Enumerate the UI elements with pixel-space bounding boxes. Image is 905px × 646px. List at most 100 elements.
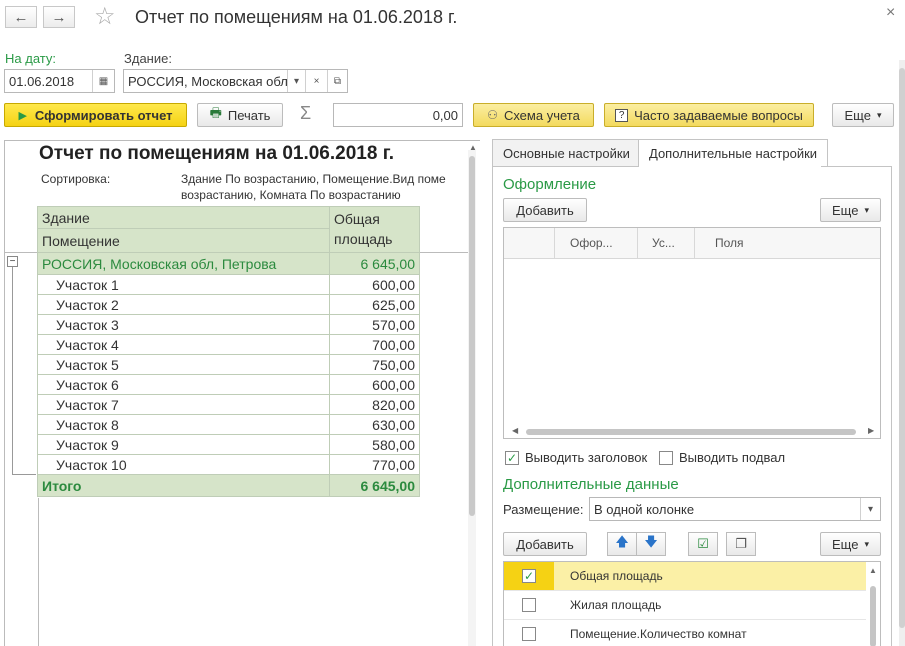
room-name: Участок 2 bbox=[37, 294, 330, 315]
check-all-button[interactable]: ☑ bbox=[688, 532, 718, 556]
collapse-group-icon[interactable]: − bbox=[7, 256, 18, 267]
clear-icon[interactable]: × bbox=[305, 70, 327, 92]
question-icon: ? bbox=[615, 108, 629, 122]
fields-add-button[interactable]: Добавить bbox=[503, 532, 587, 556]
checkbox-checked-icon[interactable]: ✓ bbox=[522, 569, 536, 583]
table-row: Участок 3 570,00 bbox=[37, 314, 420, 335]
faq-label: Часто задаваемые вопросы bbox=[634, 107, 803, 123]
list-item[interactable]: Помещение.Количество комнат bbox=[504, 620, 866, 646]
group-row-total: 6 645,00 bbox=[329, 252, 420, 275]
grid-col-fields[interactable]: Поля bbox=[715, 236, 744, 250]
uncheck-all-button[interactable]: ❐ bbox=[726, 532, 756, 556]
table-row: Участок 1 600,00 bbox=[37, 274, 420, 295]
design-add-button[interactable]: Добавить bbox=[503, 198, 587, 222]
list-item-check-cell[interactable] bbox=[504, 620, 554, 646]
move-up-button[interactable]: 🡅 bbox=[607, 532, 637, 556]
report-scrollbar[interactable] bbox=[468, 150, 476, 646]
grid-col-condition[interactable]: Ус... bbox=[652, 236, 675, 250]
date-field[interactable]: 01.06.2018 ▦ bbox=[4, 69, 115, 93]
faq-button[interactable]: ? Часто задаваемые вопросы bbox=[604, 103, 814, 127]
col-area-header: Общая площадь bbox=[329, 206, 420, 253]
col-area-header-bottom: площадь bbox=[334, 231, 393, 247]
scheme-icon: ⚇ bbox=[487, 108, 498, 122]
fields-more-button[interactable]: Еще ▾ bbox=[820, 532, 881, 556]
report-title: Отчет по помещениям на 01.06.2018 г. bbox=[39, 143, 394, 164]
building-field[interactable]: РОССИЯ, Московская обл ▾ × ⧉ bbox=[123, 69, 348, 93]
design-more-label: Еще bbox=[832, 202, 859, 218]
grid-col-sep bbox=[637, 228, 638, 259]
fields-more-label: Еще bbox=[832, 536, 859, 552]
room-area: 570,00 bbox=[329, 314, 420, 335]
list-item-check-cell[interactable] bbox=[504, 591, 554, 619]
room-area: 770,00 bbox=[329, 454, 420, 475]
back-icon: ← bbox=[13, 8, 29, 26]
grid-col-sep bbox=[554, 228, 555, 259]
list-item-check-cell[interactable]: ✓ bbox=[504, 562, 554, 590]
printer-icon: 🖶 bbox=[209, 105, 222, 120]
check-all-icon: ☑ bbox=[697, 536, 709, 551]
placement-select[interactable]: В одной колонке ▾ bbox=[589, 497, 881, 521]
design-header: Оформление bbox=[503, 176, 597, 193]
total-label: Итого bbox=[37, 474, 330, 497]
close-icon[interactable]: × bbox=[886, 4, 895, 22]
total-row: Итого 6 645,00 bbox=[37, 474, 420, 497]
list-item-label: Жилая площадь bbox=[570, 598, 662, 612]
accounting-scheme-button[interactable]: ⚇ Схема учета bbox=[473, 103, 594, 127]
extra-data-header: Дополнительные данные bbox=[503, 476, 679, 493]
room-name: Участок 6 bbox=[37, 374, 330, 395]
date-label: На дату: bbox=[5, 51, 56, 66]
room-area: 820,00 bbox=[329, 394, 420, 415]
grid-col-design[interactable]: Офор... bbox=[570, 236, 613, 250]
checkbox-checked-icon[interactable]: ✓ bbox=[505, 450, 519, 465]
list-item[interactable]: Жилая площадь bbox=[504, 591, 866, 620]
placement-value: В одной колонке bbox=[594, 501, 695, 517]
list-item[interactable]: ✓ Общая площадь bbox=[504, 562, 866, 591]
generate-report-button[interactable]: ▶ Сформировать отчет bbox=[4, 103, 187, 127]
sort-value-2: возрастанию, Комната По возрастанию bbox=[181, 188, 401, 202]
checkbox-empty-icon[interactable] bbox=[522, 598, 536, 612]
report-left-border bbox=[38, 498, 468, 646]
total-value: 6 645,00 bbox=[329, 474, 420, 497]
fields-list[interactable]: ✓ Общая площадь Жилая площадь Помещение.Кол… bbox=[503, 561, 881, 646]
move-down-button[interactable]: 🡇 bbox=[636, 532, 666, 556]
room-area: 630,00 bbox=[329, 414, 420, 435]
favorite-star-icon[interactable]: ☆ bbox=[94, 2, 116, 31]
scroll-left-icon[interactable]: ◀ bbox=[512, 426, 518, 435]
chevron-down-icon: ▾ bbox=[876, 109, 882, 120]
print-button[interactable]: 🖶 Печать bbox=[197, 103, 283, 127]
page-scrollbar-thumb[interactable] bbox=[899, 68, 905, 628]
tab-main-settings[interactable]: Основные настройки bbox=[492, 139, 641, 167]
sum-value: 0,00 bbox=[432, 107, 458, 123]
design-grid-hscroll[interactable] bbox=[526, 429, 856, 435]
building-value: РОССИЯ, Московская обл bbox=[128, 73, 287, 89]
scroll-up-icon[interactable]: ▲ bbox=[469, 143, 477, 152]
open-icon[interactable]: ⧉ bbox=[327, 70, 347, 92]
room-name: Участок 4 bbox=[37, 334, 330, 355]
page-scrollbar[interactable] bbox=[899, 60, 905, 646]
arrow-down-icon: 🡇 bbox=[644, 534, 658, 549]
more-button[interactable]: Еще ▾ bbox=[832, 103, 894, 127]
checkbox-empty-icon[interactable] bbox=[522, 627, 536, 641]
calendar-icon[interactable]: ▦ bbox=[92, 70, 114, 92]
design-add-label: Добавить bbox=[516, 202, 574, 218]
fields-vscroll[interactable] bbox=[870, 586, 876, 646]
forward-button[interactable]: → bbox=[43, 6, 75, 28]
scroll-up-icon[interactable]: ▲ bbox=[869, 566, 877, 575]
show-footer-checkbox[interactable]: Выводить подвал bbox=[659, 450, 785, 465]
table-row: Участок 2 625,00 bbox=[37, 294, 420, 315]
sum-field[interactable]: 0,00 bbox=[333, 103, 463, 127]
uncheck-all-icon: ❐ bbox=[735, 536, 747, 551]
sum-icon[interactable]: Σ bbox=[300, 103, 311, 124]
tab-main-settings-label: Основные настройки bbox=[503, 145, 630, 161]
checkbox-empty-icon[interactable] bbox=[659, 450, 673, 465]
show-header-checkbox[interactable]: ✓ Выводить заголовок bbox=[505, 450, 647, 465]
tab-extra-settings[interactable]: Дополнительные настройки bbox=[638, 139, 829, 167]
design-grid[interactable]: Офор... Ус... Поля ◀ ▶ bbox=[503, 227, 881, 439]
chevron-down-icon[interactable]: ▾ bbox=[860, 498, 880, 520]
design-more-button[interactable]: Еще ▾ bbox=[820, 198, 881, 222]
back-button[interactable]: ← bbox=[5, 6, 37, 28]
room-area: 750,00 bbox=[329, 354, 420, 375]
report-scrollbar-thumb[interactable] bbox=[469, 156, 475, 516]
scroll-right-icon[interactable]: ▶ bbox=[868, 426, 874, 435]
chevron-down-icon[interactable]: ▾ bbox=[287, 70, 305, 92]
